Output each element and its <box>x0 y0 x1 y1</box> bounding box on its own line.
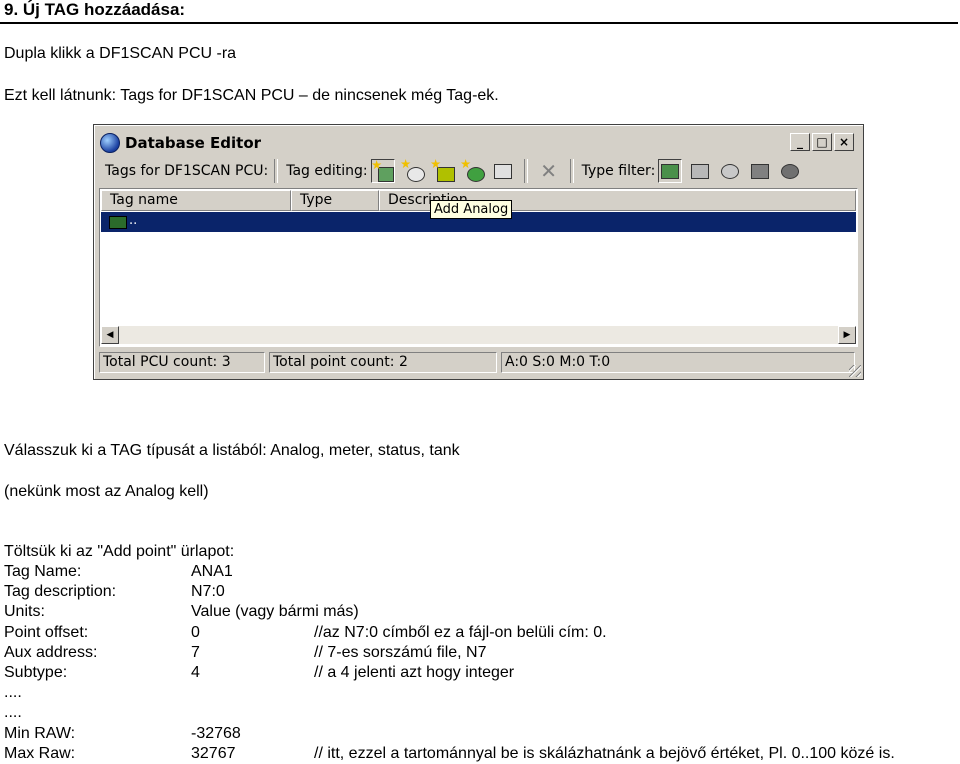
add-meter-icon[interactable] <box>400 159 425 183</box>
scroll-right-button[interactable]: ▶ <box>838 326 856 344</box>
form-key: Tag description: <box>4 583 117 601</box>
intro-line-2: Ezt kell látnunk: Tags for DF1SCAN PCU –… <box>4 87 499 104</box>
form-key: Units: <box>4 603 45 621</box>
status-point-count: Total point count: 2 <box>269 352 497 373</box>
form-value: ANA1 <box>191 563 233 580</box>
horizontal-scrollbar[interactable]: ◀ ▶ <box>101 326 856 344</box>
analog-note-line: (nekünk most az Analog kell) <box>4 483 209 500</box>
tag-list[interactable]: Tag name Type Description Add Analog .. … <box>99 188 858 347</box>
filter-meter-icon[interactable] <box>718 159 742 183</box>
resize-grip[interactable] <box>849 365 861 377</box>
type-filter-label: Type filter: <box>581 163 656 179</box>
form-comment: // itt, ezzel a tartománnyal be is skálá… <box>314 744 895 762</box>
choose-type-line: Válasszuk ki a TAG típusát a listából: A… <box>4 442 460 459</box>
form-key: Point offset: <box>4 623 89 641</box>
tag-row-text: .. <box>129 213 138 228</box>
filter-analog-icon[interactable] <box>688 159 712 183</box>
form-intro-line: Töltsük ki az "Add point" ürlapot: <box>4 543 235 560</box>
window-title: Database Editor <box>125 134 262 152</box>
form-value: 32767 <box>191 744 236 762</box>
add-analog-icon[interactable] <box>370 159 395 183</box>
intro-line-1: Dupla klikk a DF1SCAN PCU -ra <box>4 45 237 62</box>
form-key: Tag Name: <box>4 563 82 580</box>
window-titlebar[interactable]: Database Editor _ □ × <box>97 128 860 158</box>
database-editor-window: Database Editor _ □ × Tags for DF1SCAN P… <box>93 124 864 380</box>
status-type-counts: A:0 S:0 M:0 T:0 <box>501 352 855 373</box>
tags-for-pcu-label: Tags for DF1SCAN PCU: <box>105 163 269 179</box>
tag-editing-label: Tag editing: <box>286 163 368 179</box>
database-editor-app-icon <box>100 133 120 153</box>
toolbar-separator <box>523 159 528 183</box>
form-value: 4 <box>191 663 200 681</box>
filter-tank-icon[interactable] <box>778 159 802 183</box>
heading-underline <box>0 22 958 24</box>
close-button[interactable]: × <box>834 133 854 151</box>
form-key: Subtype: <box>4 663 68 681</box>
status-bar: Total PCU count: 3 Total point count: 2 … <box>99 352 859 374</box>
status-pcu-count: Total PCU count: 3 <box>99 352 265 373</box>
maximize-button[interactable]: □ <box>812 133 832 151</box>
toolbar: Tags for DF1SCAN PCU: Tag editing: ✕ Typ… <box>97 156 860 186</box>
scroll-left-button[interactable]: ◀ <box>101 326 119 344</box>
form-value: N7:0 <box>191 583 225 601</box>
properties-icon[interactable] <box>491 159 515 183</box>
column-header-type[interactable]: Type <box>291 190 379 211</box>
form-comment: //az N7:0 címből ez a fájl-on belüli cím… <box>314 623 607 641</box>
form-value: Value (vagy bármi más) <box>191 603 359 621</box>
form-key: .... <box>4 684 22 702</box>
form-value: 0 <box>191 623 200 641</box>
form-value: 7 <box>191 643 200 661</box>
delete-icon[interactable]: ✕ <box>537 159 561 183</box>
form-value: -32768 <box>191 724 241 742</box>
minimize-button[interactable]: _ <box>790 133 810 151</box>
add-tank-icon[interactable] <box>460 159 485 183</box>
document-page: 9. Új TAG hozzáadása: Dupla klikk a DF1S… <box>0 0 960 764</box>
filter-status-icon[interactable] <box>748 159 772 183</box>
form-key: Min RAW: <box>4 724 76 742</box>
form-key: .... <box>4 704 22 722</box>
add-analog-tooltip: Add Analog <box>430 200 513 219</box>
add-status-icon[interactable] <box>430 159 455 183</box>
toolbar-separator <box>569 159 574 183</box>
tag-row-icon <box>109 216 127 229</box>
section-heading: 9. Új TAG hozzáadása: <box>4 0 186 19</box>
form-comment: // a 4 jelenti azt hogy integer <box>314 663 515 681</box>
toolbar-separator <box>274 159 279 183</box>
filter-all-icon[interactable] <box>658 159 683 183</box>
form-comment: // 7-es sorszámú file, N7 <box>314 643 487 661</box>
form-key: Aux address: <box>4 643 98 661</box>
form-key: Max Raw: <box>4 744 76 762</box>
column-header-tag-name[interactable]: Tag name <box>101 190 291 211</box>
